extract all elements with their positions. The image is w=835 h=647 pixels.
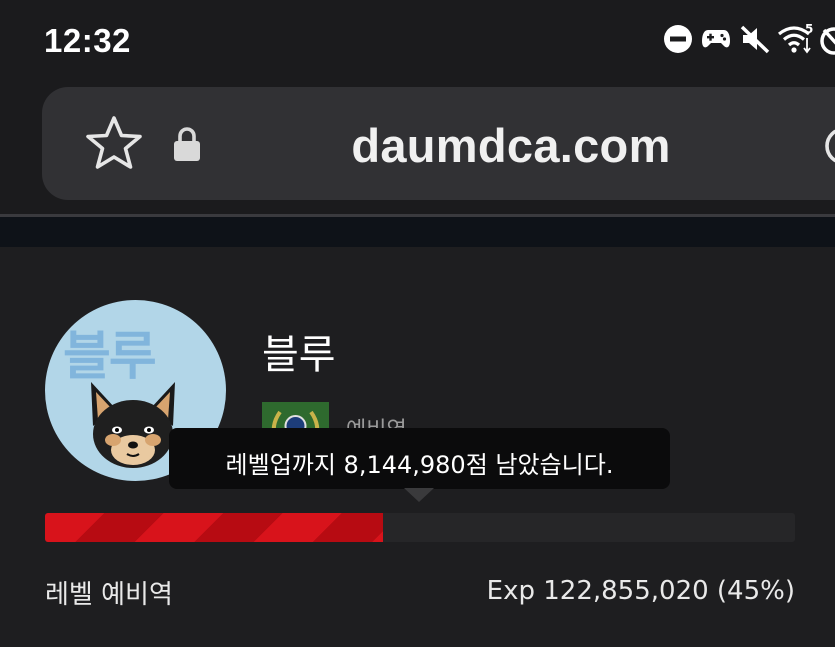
exp-progress-fill	[45, 513, 383, 542]
gamepad-icon	[702, 30, 730, 48]
wifi-icon: 5	[778, 22, 813, 54]
alarm-off-icon	[820, 27, 835, 55]
tooltip-text: 레벨업까지 8,144,980점 남았습니다.	[225, 451, 614, 479]
exp-label: Exp 122,855,020 (45%)	[486, 576, 795, 606]
dog-icon	[91, 382, 175, 468]
levelup-tooltip: 레벨업까지 8,144,980점 남았습니다.	[169, 428, 670, 489]
profile-name: 블루	[262, 332, 336, 378]
tooltip-arrow	[404, 488, 434, 502]
url-text[interactable]: daumdca.com	[0, 118, 835, 173]
status-bar: 12:32 5	[0, 0, 835, 84]
reload-icon[interactable]	[822, 124, 835, 168]
mute-icon	[740, 25, 770, 54]
status-icons: 5	[635, 22, 835, 64]
status-time: 12:32	[44, 22, 131, 59]
page-header-band	[0, 217, 835, 247]
page-root: 12:32 5 daumdca.com 블루 블루 레벨업까지 8,144,98…	[0, 0, 835, 647]
level-label: 레벨 예비역	[45, 580, 173, 610]
do-not-disturb-icon	[664, 25, 692, 53]
exp-progress-bar[interactable]	[45, 513, 795, 542]
wifi-badge: 5	[805, 22, 813, 36]
